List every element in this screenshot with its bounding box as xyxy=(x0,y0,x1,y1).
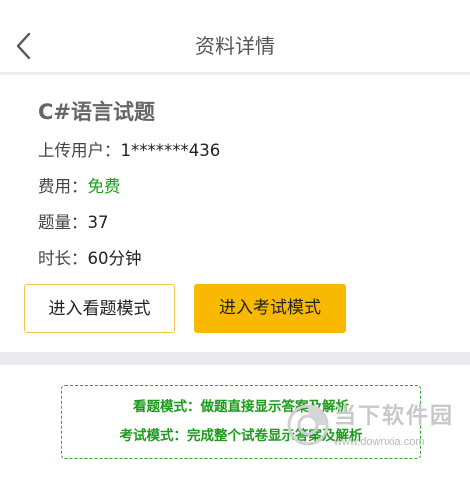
document-title: C#语言试题 xyxy=(38,100,156,124)
duration-value: 60分钟 xyxy=(87,249,142,268)
uploader-row: 上传用户：1*******436 xyxy=(38,139,220,163)
uploader-value: 1*******436 xyxy=(120,141,221,160)
fee-row: 费用：免费 xyxy=(38,175,121,199)
question-count-label: 题量： xyxy=(38,213,88,232)
section-divider xyxy=(0,352,470,365)
question-count-value: 37 xyxy=(87,213,109,232)
question-count-row: 题量：37 xyxy=(38,211,109,235)
fee-label: 费用： xyxy=(38,177,88,196)
uploader-label: 上传用户： xyxy=(38,141,121,160)
top-bar: 资料详情 xyxy=(0,0,470,72)
fee-value: 免费 xyxy=(87,177,121,196)
watermark-brand: 当下软件园 xyxy=(334,404,455,429)
view-mode-button[interactable]: 进入看题模式 xyxy=(24,284,175,333)
exam-mode-button[interactable]: 进入考试模式 xyxy=(194,284,346,333)
page-title: 资料详情 xyxy=(195,34,275,58)
duration-row: 时长：60分钟 xyxy=(38,247,142,271)
watermark: 当下软件园 www.downxia.com xyxy=(284,393,464,459)
watermark-url: www.downxia.com xyxy=(334,436,425,448)
duration-label: 时长： xyxy=(38,249,88,268)
watermark-logo-icon xyxy=(287,404,329,446)
